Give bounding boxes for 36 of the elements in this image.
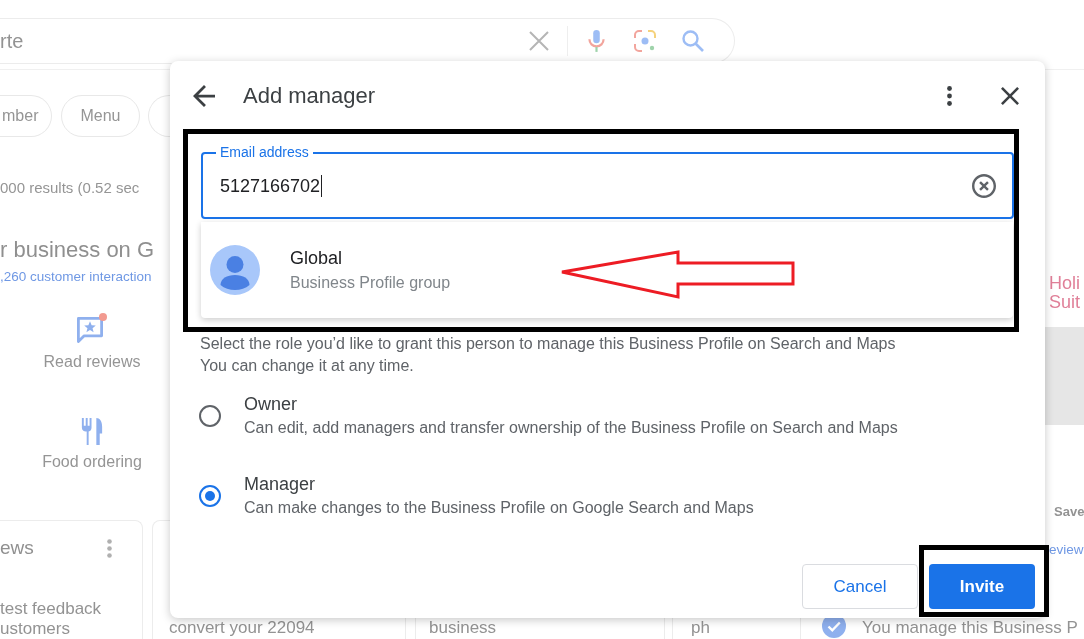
card-text: test feedback [0, 599, 103, 619]
save-label[interactable]: Save [1054, 503, 1084, 521]
business-title: r business on G [0, 236, 156, 264]
role-description: Can make changes to the Business Profile on Google Search and Maps [244, 498, 754, 518]
close-icon[interactable] [1001, 87, 1019, 105]
review-bubble-icon [77, 317, 103, 343]
more-options-icon[interactable] [947, 86, 952, 106]
radio-button[interactable] [199, 485, 221, 507]
contact-subtitle: Business Profile group [290, 273, 451, 293]
interactions-link[interactable]: ,260 customer interaction [0, 268, 170, 286]
radio-button[interactable] [199, 405, 221, 427]
back-arrow-icon[interactable] [193, 85, 215, 107]
card-text: convert your 22094 [169, 618, 316, 638]
action-label[interactable]: Read reviews [43, 352, 141, 372]
card-text: ph [691, 618, 711, 638]
reviews-link[interactable]: eview [1049, 539, 1084, 561]
card-text: ustomers [0, 619, 71, 639]
card-text: business [429, 618, 498, 638]
cancel-button[interactable]: Cancel [802, 564, 918, 609]
results-count: 000 results (0.52 sec [0, 179, 141, 197]
dialog-title: Add manager [243, 82, 376, 110]
invite-button[interactable]: Invite [929, 564, 1035, 609]
role-description: Can edit, add managers and transfer ownership of the Business Profile on Search and Maps [244, 418, 898, 438]
person-avatar-icon [210, 245, 260, 295]
card-title: ews [0, 536, 34, 560]
managed-note: You manage this Business P [862, 618, 1078, 638]
field-label: Email address [216, 144, 313, 160]
logo-text: Holi Suit [1049, 274, 1082, 312]
role-label: Manager [244, 473, 317, 496]
suggestion-option[interactable]: Global Business Profile group [201, 222, 1013, 318]
clear-icon[interactable] [972, 173, 996, 198]
contact-name: Global [290, 247, 344, 270]
action-label[interactable]: Food ordering [42, 452, 142, 472]
role-label: Owner [244, 393, 298, 416]
instructions-text: Select the role you’d like to grant this person to manage this Business Profile on Search and Maps You can change it at any time. [200, 334, 897, 376]
text-cursor [321, 174, 323, 197]
